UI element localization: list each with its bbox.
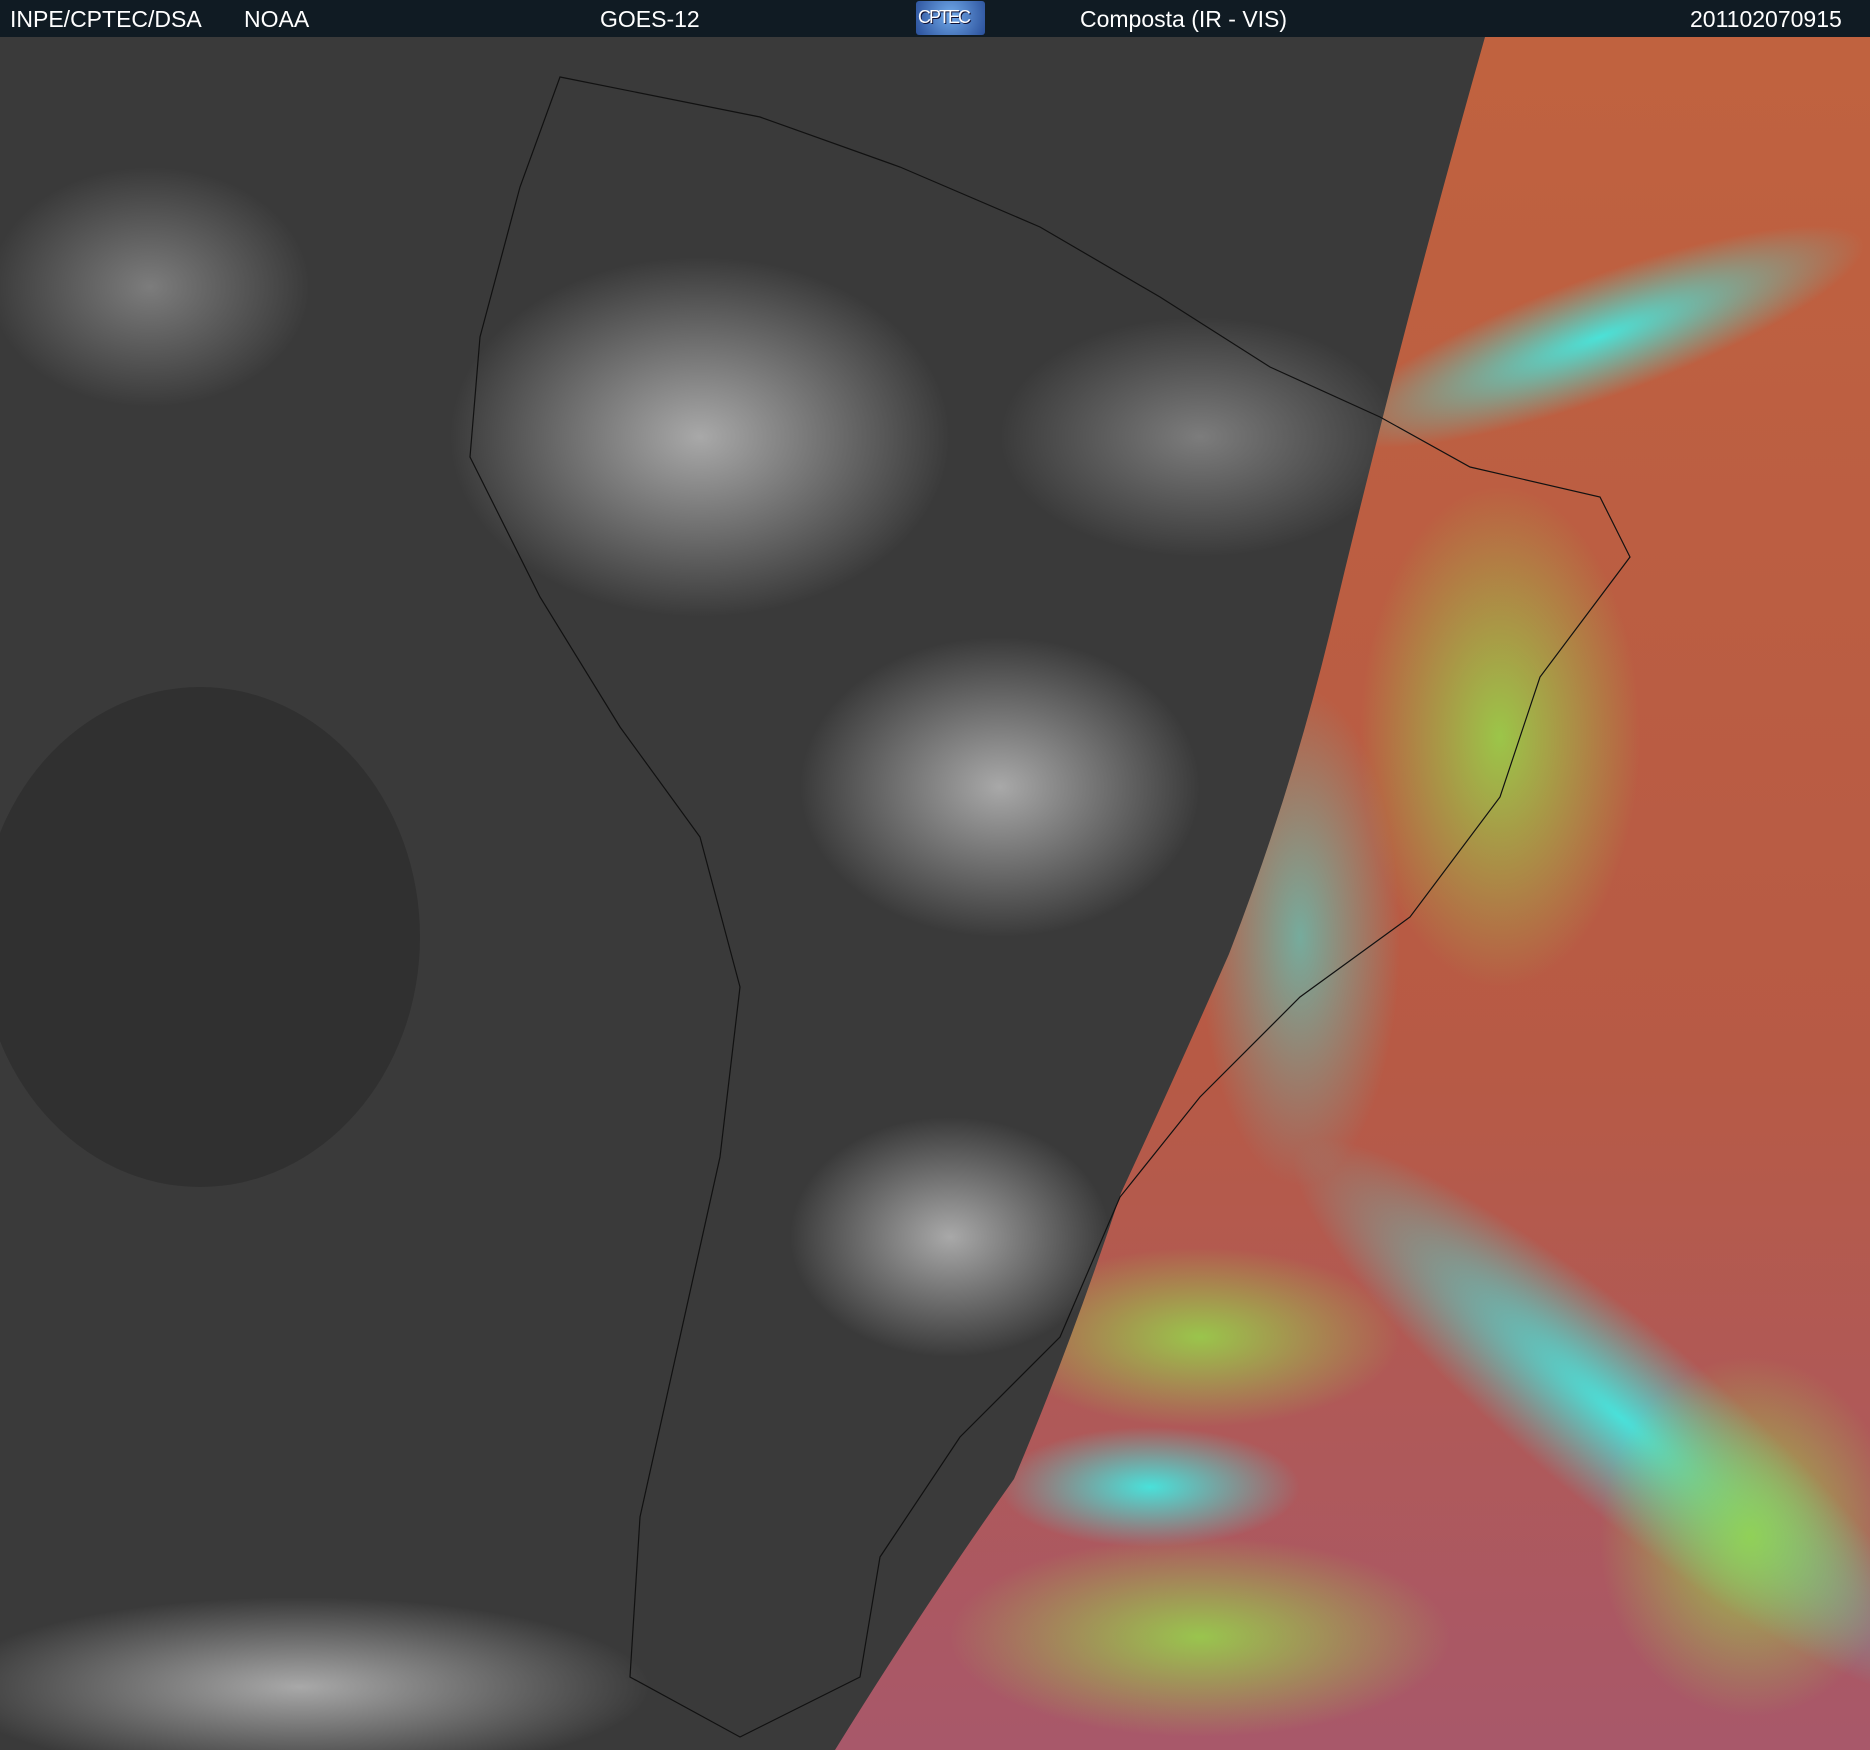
satellite-label: GOES-12 (600, 6, 700, 32)
agency-label: NOAA (244, 6, 310, 32)
cptec-logo: CPTEC (916, 1, 985, 35)
institution-label: INPE/CPTEC/DSA (10, 6, 202, 32)
logo-text: CPTEC (918, 7, 971, 27)
timestamp-label: 201102070915 (1690, 6, 1842, 32)
product-label: Composta (IR - VIS) (1080, 6, 1288, 32)
header-bar: INPE/CPTEC/DSA NOAA GOES-12 CPTEC Compos… (0, 0, 1870, 37)
satellite-image (0, 37, 1870, 1750)
